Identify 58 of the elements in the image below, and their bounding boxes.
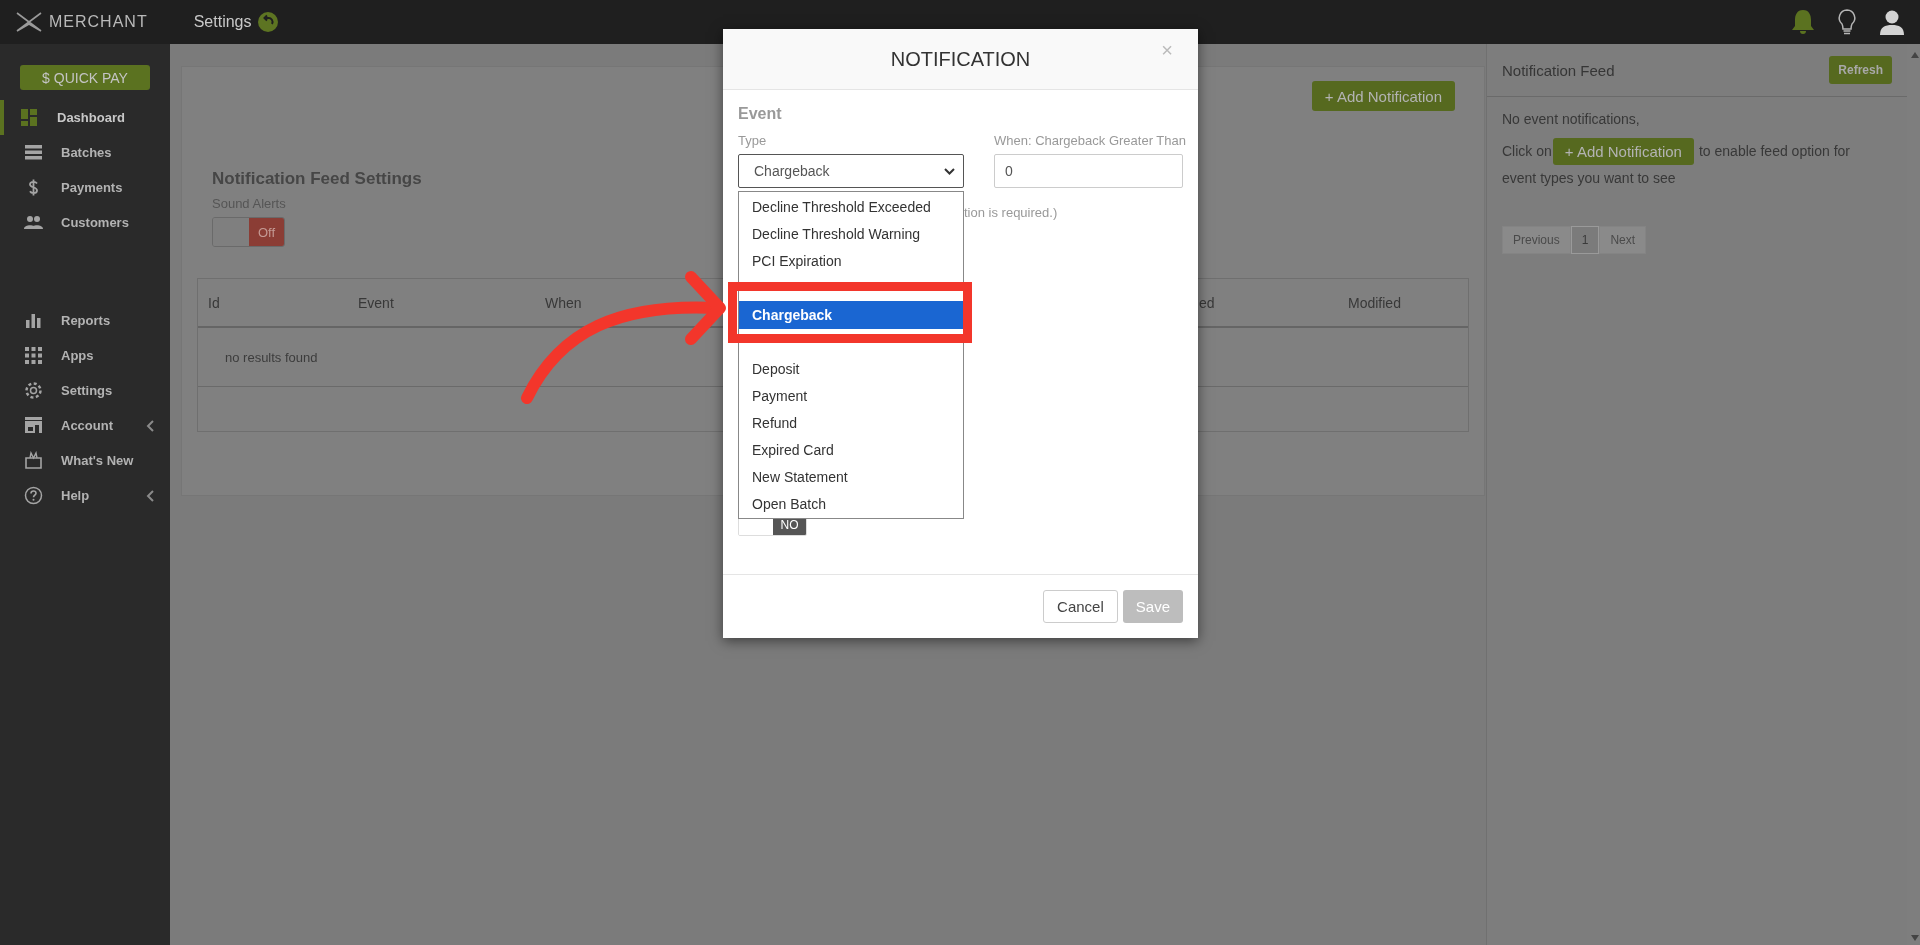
- dropdown-option[interactable]: Refund: [739, 409, 963, 436]
- lightbulb-icon[interactable]: [1836, 8, 1858, 36]
- dropdown-option[interactable]: Decline Threshold Warning: [739, 220, 963, 247]
- help-icon: [24, 486, 43, 505]
- column-header: Modified: [1348, 294, 1401, 311]
- nav-item[interactable]: Account: [0, 408, 170, 443]
- scroll-up-icon[interactable]: [1910, 52, 1919, 58]
- type-select[interactable]: Chargeback: [738, 154, 964, 188]
- bar-chart-icon: [24, 311, 43, 330]
- threshold-field[interactable]: 0: [994, 154, 1183, 188]
- hint-text: Click on: [1502, 143, 1552, 159]
- dropdown-option[interactable]: Chargeback: [739, 301, 963, 329]
- field-label: When: Chargeback Greater Than: [994, 133, 1186, 148]
- nav-item[interactable]: Help: [0, 478, 170, 513]
- nav-item[interactable]: Customers: [0, 205, 170, 240]
- dropdown-option[interactable]: PCI Expiration: [739, 247, 963, 274]
- logo-text: MERCHANT: [49, 13, 148, 31]
- page-title: Settings: [193, 13, 252, 31]
- dashboard-icon: [20, 108, 39, 127]
- dialog-title: NOTIFICATION: [890, 47, 1031, 71]
- nav-item[interactable]: Settings: [0, 373, 170, 408]
- hint-text: event types you want to see: [1502, 170, 1676, 186]
- column-header: Event: [358, 294, 394, 311]
- list-icon: [24, 143, 43, 162]
- dropdown-option[interactable]: Expired Card: [739, 436, 963, 463]
- nav-item[interactable]: Apps: [0, 338, 170, 373]
- section-title: Notification Feed Settings: [212, 169, 422, 189]
- nav-item[interactable]: Payments: [0, 170, 170, 205]
- empty-message: no results found: [225, 349, 318, 365]
- dropdown-option[interactable]: Decline Threshold Exceeded: [739, 193, 963, 220]
- grid-icon: [24, 346, 43, 365]
- people-icon: [24, 213, 43, 232]
- settings-icon: [24, 381, 43, 400]
- dropdown-option[interactable]: New Statement: [739, 463, 963, 490]
- nav-item[interactable]: Reports: [0, 303, 170, 338]
- store-icon: [24, 416, 43, 435]
- dropdown-option[interactable]: Payment: [739, 382, 963, 409]
- nav-item[interactable]: What's New: [0, 443, 170, 478]
- back-icon[interactable]: [258, 12, 279, 32]
- user-icon[interactable]: [1878, 8, 1906, 36]
- gift-box-icon: [24, 451, 43, 470]
- dropdown-option[interactable]: Open Batch: [739, 490, 963, 517]
- caret-icon: [944, 167, 955, 175]
- scroll-down-icon[interactable]: [1910, 935, 1919, 941]
- dropdown-option[interactable]: Deposit: [739, 355, 963, 382]
- cancel-button[interactable]: Cancel: [1043, 590, 1118, 623]
- hint-text: to enable feed option for: [1698, 143, 1850, 159]
- column-header: When: [545, 294, 582, 311]
- empty-message: No event notifications,: [1502, 111, 1640, 127]
- bell-icon[interactable]: [1790, 8, 1816, 36]
- column-header: ed: [1199, 294, 1215, 311]
- section-title: Event: [738, 105, 782, 123]
- field-label: Type: [738, 133, 767, 148]
- column-header: Id: [208, 294, 220, 311]
- nav-item[interactable]: Batches: [0, 135, 170, 170]
- panel-title: Notification Feed: [1502, 61, 1615, 79]
- help-text: tion is required.): [964, 205, 1058, 220]
- logo-icon: [15, 11, 43, 33]
